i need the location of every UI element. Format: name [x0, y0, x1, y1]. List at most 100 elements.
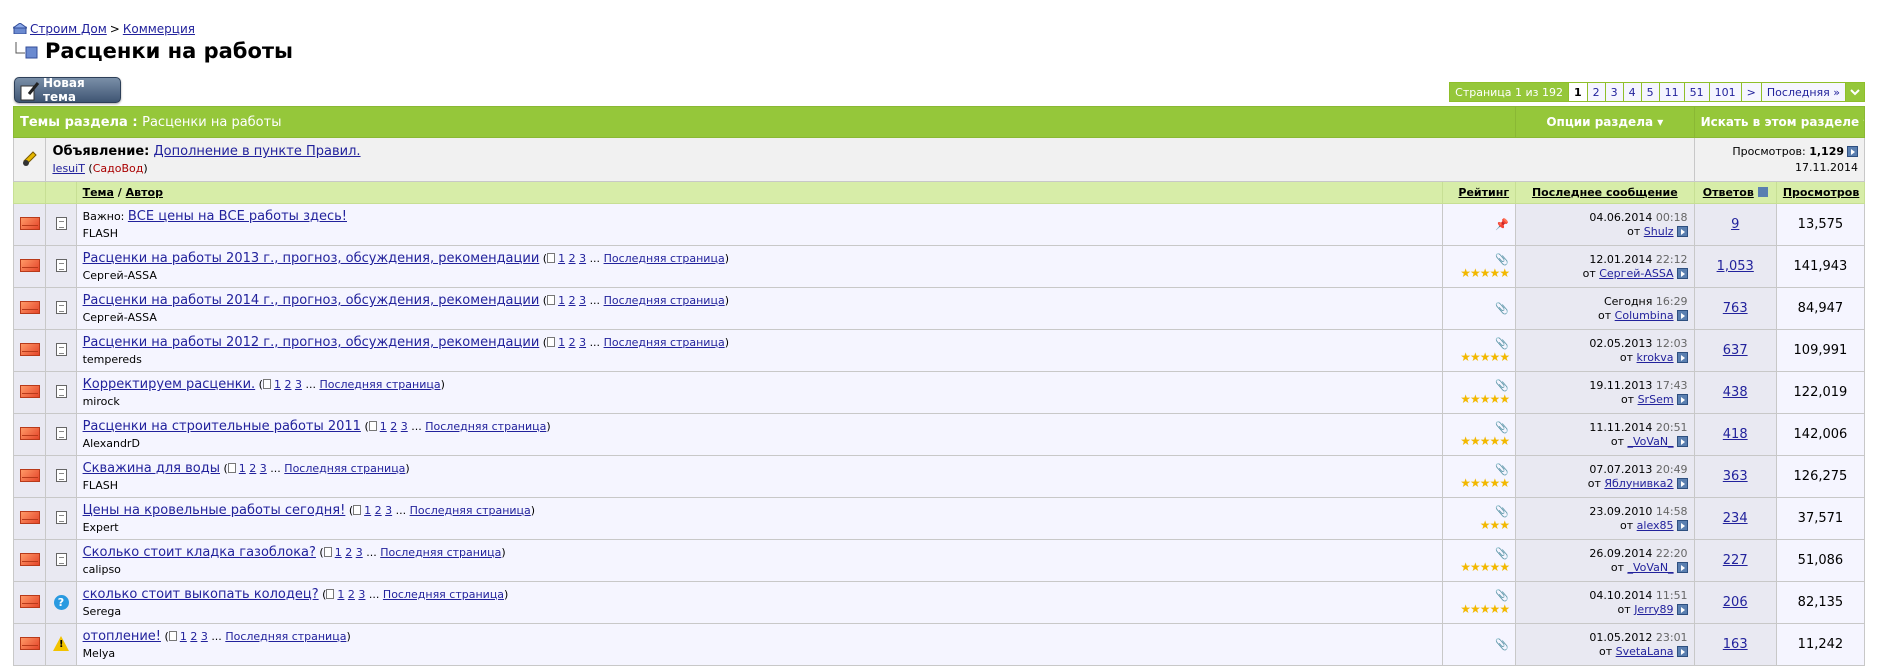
replies-count-link[interactable]: 1,053 — [1717, 259, 1754, 274]
topic-title-link[interactable]: ВСЕ цены на ВСЕ работы здесь! — [128, 209, 347, 224]
go-to-last-post-icon[interactable] — [1676, 603, 1688, 615]
topic-page-link[interactable]: 3 — [356, 546, 363, 559]
go-to-last-post-icon[interactable] — [1676, 519, 1688, 531]
pagination-page-101[interactable]: 101 — [1708, 83, 1741, 101]
topic-title-link[interactable]: отопление! — [83, 629, 161, 644]
pagination-jump-dropdown[interactable] — [1845, 83, 1864, 101]
replies-count-link[interactable]: 637 — [1723, 343, 1748, 358]
pagination-page-4[interactable]: 4 — [1622, 83, 1641, 101]
topic-page-link[interactable]: 3 — [579, 336, 586, 349]
replies-count-link[interactable]: 9 — [1731, 217, 1739, 232]
topic-page-link[interactable]: 3 — [385, 504, 392, 517]
replies-count-link[interactable]: 418 — [1723, 427, 1748, 442]
last-post-author-link[interactable]: _VoVaN_ — [1628, 561, 1674, 574]
topic-page-link[interactable]: 1 — [239, 462, 246, 475]
topic-last-page-link[interactable]: Последняя страница — [425, 420, 546, 433]
sort-by-last-post[interactable]: Последнее сообщение — [1532, 186, 1678, 199]
breadcrumb-home-link[interactable]: Строим Дом — [30, 22, 107, 36]
last-post-author-link[interactable]: Shulz — [1644, 225, 1674, 238]
topic-page-link[interactable]: 2 — [348, 588, 355, 601]
topic-page-link[interactable]: 2 — [190, 630, 197, 643]
topic-page-link[interactable]: 3 — [295, 378, 302, 391]
topic-page-link[interactable]: 1 — [364, 504, 371, 517]
announcement-author-link[interactable]: IesuiT — [52, 162, 85, 175]
topic-page-link[interactable]: 2 — [375, 504, 382, 517]
go-to-last-post-icon[interactable] — [1676, 477, 1688, 489]
topic-title-link[interactable]: Скважина для воды — [83, 461, 220, 476]
topic-page-link[interactable]: 1 — [180, 630, 187, 643]
go-to-post-icon[interactable] — [1847, 146, 1858, 157]
topic-title-link[interactable]: Расценки на работы 2013 г., прогноз, обс… — [83, 251, 540, 266]
topic-page-link[interactable]: 1 — [558, 294, 565, 307]
last-post-author-link[interactable]: SrSem — [1638, 393, 1674, 406]
topic-title-link[interactable]: Цены на кровельные работы сегодня! — [83, 503, 346, 518]
topic-last-page-link[interactable]: Последняя страница — [383, 588, 504, 601]
replies-count-link[interactable]: 227 — [1723, 553, 1748, 568]
topic-page-link[interactable]: 3 — [579, 294, 586, 307]
topic-page-link[interactable]: 1 — [274, 378, 281, 391]
replies-count-link[interactable]: 206 — [1723, 595, 1748, 610]
go-to-last-post-icon[interactable] — [1676, 645, 1688, 657]
topic-page-link[interactable]: 3 — [579, 252, 586, 265]
topic-last-page-link[interactable]: Последняя страница — [604, 294, 725, 307]
topic-last-page-link[interactable]: Последняя страница — [225, 630, 346, 643]
replies-count-link[interactable]: 163 — [1723, 637, 1748, 652]
topic-title-link[interactable]: Расценки на работы 2014 г., прогноз, обс… — [83, 293, 540, 308]
go-to-last-post-icon[interactable] — [1676, 561, 1688, 573]
announcement-title-link[interactable]: Дополнение в пункте Правил. — [154, 144, 361, 159]
last-post-author-link[interactable]: Jerry89 — [1634, 603, 1673, 616]
pagination-last[interactable]: Последняя » — [1760, 83, 1845, 101]
topic-title-link[interactable]: Сколько стоит кладка газоблока? — [83, 545, 316, 560]
pagination-next[interactable]: > — [1740, 83, 1761, 101]
breadcrumb-section-link[interactable]: Коммерция — [123, 22, 195, 36]
topic-page-link[interactable]: 1 — [558, 252, 565, 265]
replies-count-link[interactable]: 234 — [1723, 511, 1748, 526]
topic-page-link[interactable]: 3 — [401, 420, 408, 433]
pagination-page-3[interactable]: 3 — [1604, 83, 1623, 101]
topic-page-link[interactable]: 3 — [201, 630, 208, 643]
topic-last-page-link[interactable]: Последняя страница — [410, 504, 531, 517]
topic-page-link[interactable]: 1 — [335, 546, 342, 559]
go-to-last-post-icon[interactable] — [1676, 267, 1688, 279]
topic-last-page-link[interactable]: Последняя страница — [319, 378, 440, 391]
topic-page-link[interactable]: 2 — [249, 462, 256, 475]
topic-last-page-link[interactable]: Последняя страница — [604, 336, 725, 349]
topic-page-link[interactable]: 3 — [358, 588, 365, 601]
sort-by-author[interactable]: Автор — [126, 186, 163, 199]
topic-page-link[interactable]: 3 — [260, 462, 267, 475]
topic-page-link[interactable]: 1 — [380, 420, 387, 433]
last-post-author-link[interactable]: Columbina — [1615, 309, 1674, 322]
pagination-page-2[interactable]: 2 — [1586, 83, 1605, 101]
go-to-last-post-icon[interactable] — [1676, 435, 1688, 447]
topic-title-link[interactable]: Корректируем расценки. — [83, 377, 256, 392]
new-topic-button[interactable]: Новая тема — [14, 76, 121, 104]
topic-title-link[interactable]: Расценки на строительные работы 2011 — [83, 419, 361, 434]
replies-count-link[interactable]: 363 — [1723, 469, 1748, 484]
last-post-author-link[interactable]: Сергей-ASSA — [1599, 267, 1673, 280]
sort-by-topic[interactable]: Тема — [83, 186, 114, 199]
topic-page-link[interactable]: 2 — [569, 336, 576, 349]
topic-page-link[interactable]: 2 — [284, 378, 291, 391]
topic-last-page-link[interactable]: Последняя страница — [284, 462, 405, 475]
topic-page-link[interactable]: 2 — [390, 420, 397, 433]
topic-page-link[interactable]: 2 — [569, 252, 576, 265]
topic-last-page-link[interactable]: Последняя страница — [380, 546, 501, 559]
topic-title-link[interactable]: Расценки на работы 2012 г., прогноз, обс… — [83, 335, 540, 350]
last-post-author-link[interactable]: alex85 — [1637, 519, 1674, 532]
topic-page-link[interactable]: 2 — [569, 294, 576, 307]
topic-title-link[interactable]: сколько стоит выкопать колодец? — [83, 587, 319, 602]
last-post-author-link[interactable]: _VoVaN_ — [1628, 435, 1674, 448]
sort-by-rating[interactable]: Рейтинг — [1458, 186, 1509, 199]
topic-page-link[interactable]: 2 — [345, 546, 352, 559]
pagination-page-5[interactable]: 5 — [1640, 83, 1659, 101]
forum-options-menu[interactable]: Опции раздела ▾ — [1515, 106, 1695, 138]
pagination-page-51[interactable]: 51 — [1683, 83, 1709, 101]
topic-page-link[interactable]: 1 — [558, 336, 565, 349]
last-post-author-link[interactable]: Яблунивка2 — [1604, 477, 1673, 490]
sort-by-replies[interactable]: Ответов — [1703, 186, 1754, 199]
search-forum-menu[interactable]: Искать в этом разделе ▾ — [1693, 106, 1866, 138]
last-post-author-link[interactable]: krokva — [1637, 351, 1674, 364]
go-to-last-post-icon[interactable] — [1676, 351, 1688, 363]
go-to-last-post-icon[interactable] — [1676, 225, 1688, 237]
go-to-last-post-icon[interactable] — [1676, 309, 1688, 321]
